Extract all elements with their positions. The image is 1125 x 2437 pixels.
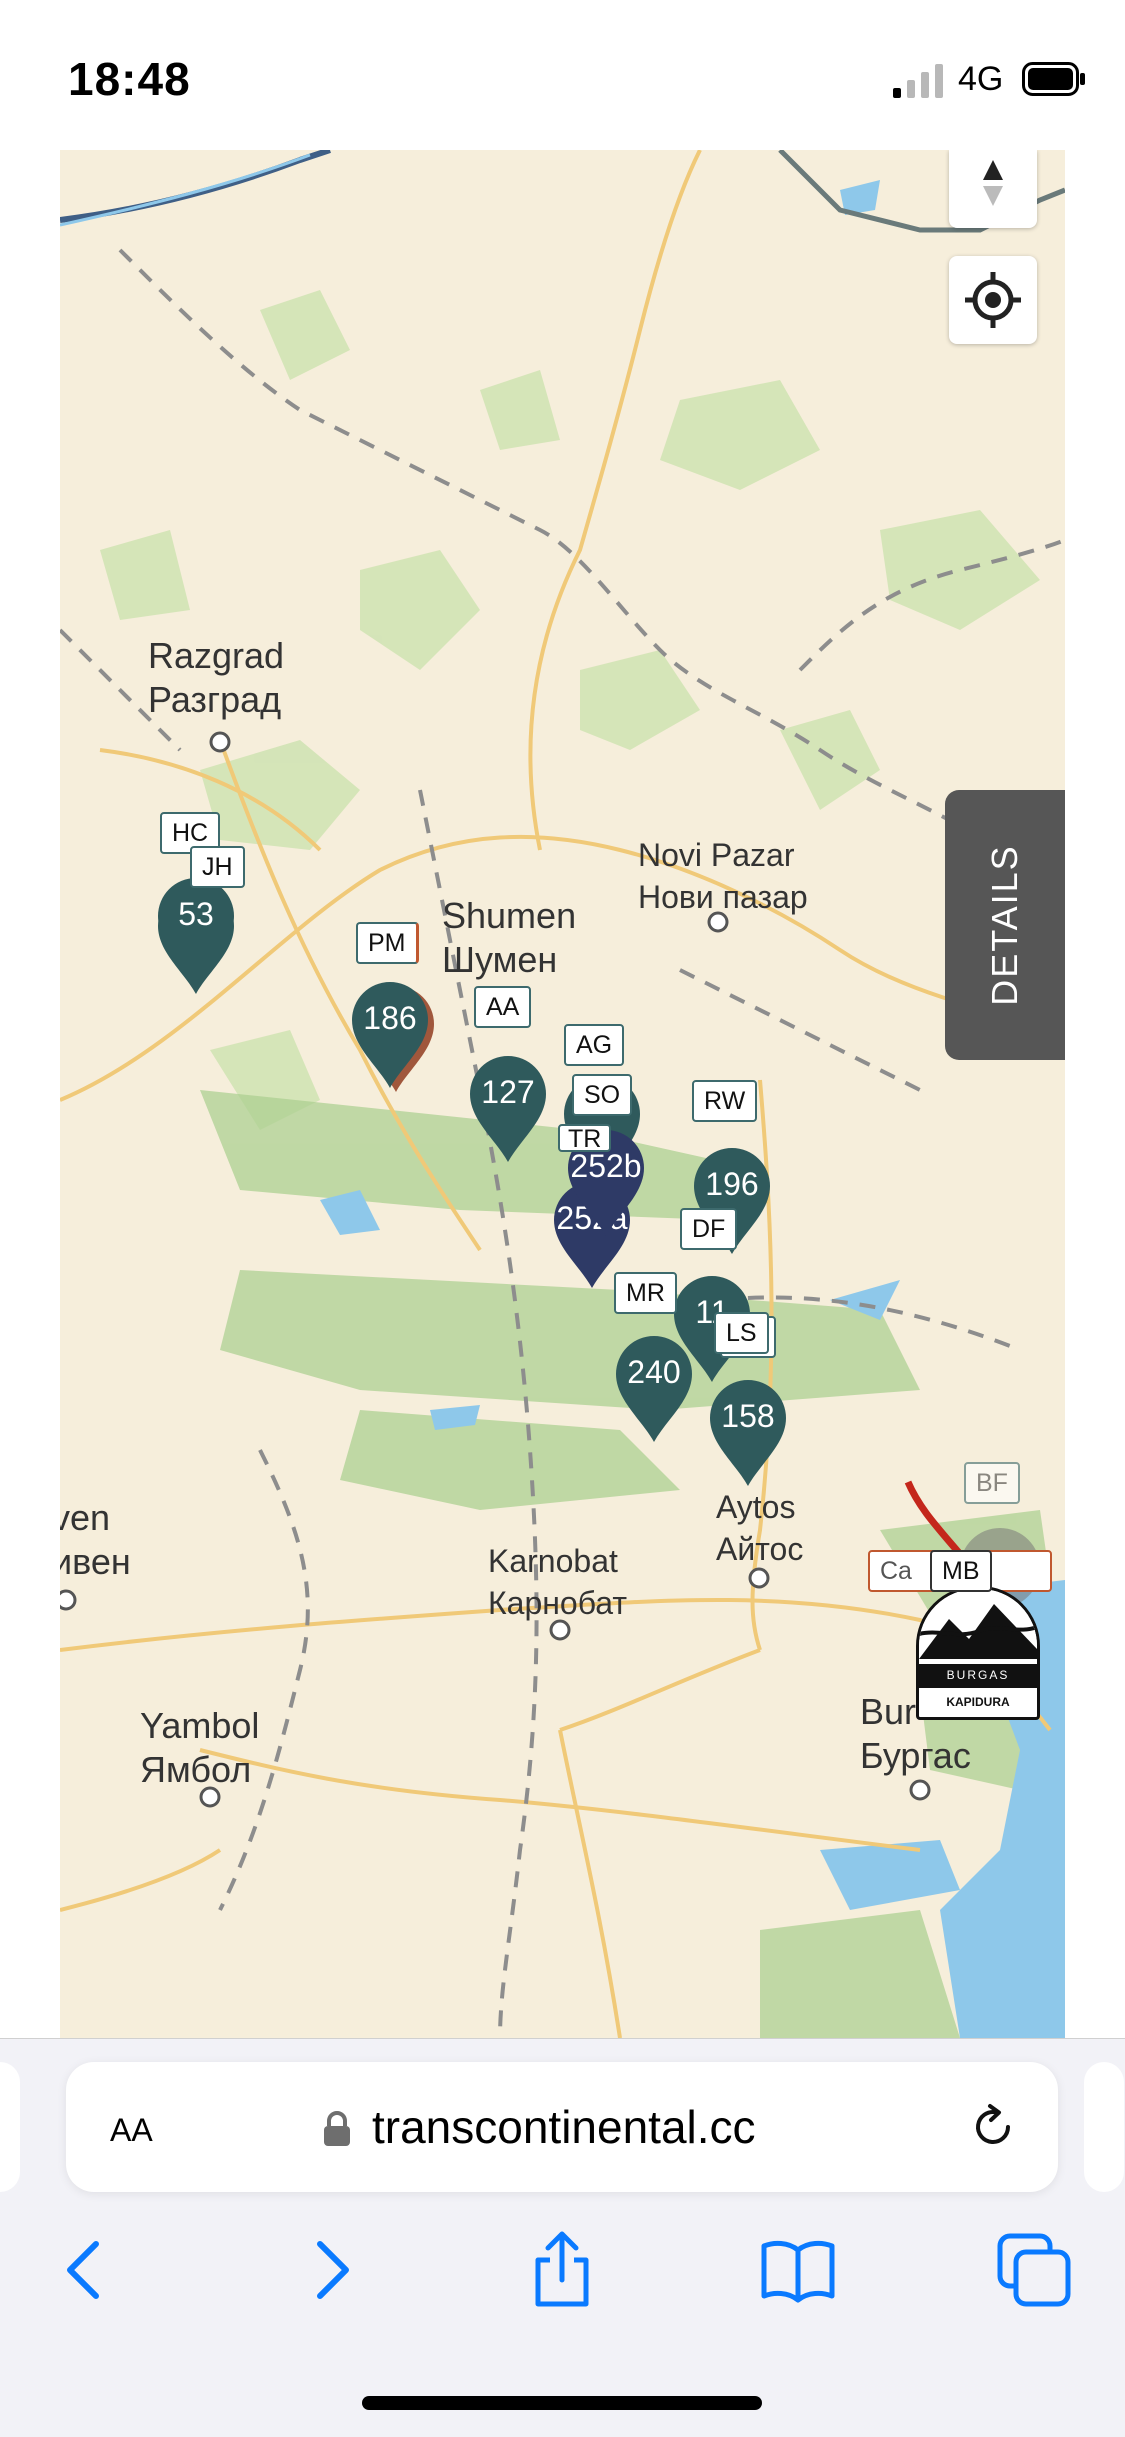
place-yambol: Yambol Ямбол xyxy=(140,1704,259,1792)
previous-tab-peek[interactable] xyxy=(0,2062,20,2192)
sponsor-logo: BURGAS KAPIDURA xyxy=(916,1586,1040,1720)
pin-label: 240 xyxy=(627,1354,681,1390)
place-aytos: Aytos Айтос xyxy=(716,1486,803,1570)
place-razgrad: Razgrad Разград xyxy=(148,634,284,722)
next-tab-peek[interactable] xyxy=(1084,2062,1124,2192)
rider-pin-127[interactable]: 127 xyxy=(468,1054,548,1164)
place-sliven: ven ивен xyxy=(60,1496,131,1584)
bookmarks-icon[interactable] xyxy=(758,2230,838,2310)
rider-pin-186[interactable]: 186 xyxy=(350,980,430,1090)
pin-label: 158 xyxy=(721,1398,775,1434)
sponsor-burgas: BURGAS xyxy=(919,1664,1037,1686)
rider-tag-mr[interactable]: MR xyxy=(614,1272,677,1314)
details-label: DETAILS xyxy=(984,844,1025,1006)
reader-options-button[interactable]: AA xyxy=(110,2102,153,2152)
place-yambol-cyrillic: Ямбол xyxy=(140,1749,252,1790)
rider-tag-tr[interactable]: TR xyxy=(558,1124,612,1152)
battery-icon xyxy=(1022,62,1085,96)
rider-tag-bf[interactable]: BF xyxy=(964,1462,1020,1504)
rider-pin-240[interactable]: 240 xyxy=(614,1334,694,1444)
rider-tag-pm[interactable]: PM xyxy=(356,922,419,964)
status-time: 18:48 xyxy=(68,53,191,105)
signal-icon xyxy=(893,64,943,98)
rider-tag-jh[interactable]: JH xyxy=(190,846,245,888)
place-yambol-latin: Yambol xyxy=(140,1705,260,1746)
place-aytos-latin: Aytos xyxy=(716,1489,796,1525)
locate-me-button[interactable] xyxy=(949,256,1037,344)
pin-label: 53 xyxy=(178,896,214,932)
details-tab[interactable]: DETAILS xyxy=(945,790,1065,1060)
place-karnobat-latin: Karnobat xyxy=(488,1543,618,1579)
place-sliven-latin: ven xyxy=(60,1497,111,1538)
place-karnobat: Karnobat Карнобат xyxy=(488,1540,627,1624)
rider-tag-ls[interactable]: LS xyxy=(714,1312,769,1354)
place-burgas-latin: Bur xyxy=(860,1691,917,1732)
address-bar[interactable]: AA transcontinental.cc xyxy=(66,2062,1058,2192)
place-sliven-cyrillic: ивен xyxy=(60,1541,131,1582)
sponsor-kapidura: KAPIDURA xyxy=(919,1686,1037,1716)
place-aytos-cyrillic: Айтос xyxy=(716,1531,804,1567)
place-karnobat-cyrillic: Карнобат xyxy=(488,1585,628,1621)
rider-pin-158[interactable]: 158 xyxy=(708,1378,788,1488)
place-razgrad-cyrillic: Разград xyxy=(148,679,282,720)
rider-tag-ag[interactable]: AG xyxy=(564,1024,625,1066)
back-icon[interactable] xyxy=(46,2230,126,2310)
pin-label: 252b xyxy=(570,1148,642,1184)
compass-button[interactable] xyxy=(949,150,1037,228)
network-type: 4G xyxy=(958,60,1004,98)
pin-label: 127 xyxy=(481,1074,535,1110)
share-icon[interactable] xyxy=(522,2230,602,2310)
forward-icon[interactable] xyxy=(290,2230,370,2310)
rider-tag-so[interactable]: SO xyxy=(572,1074,633,1116)
place-novi-pazar-cyrillic: Нови пазар xyxy=(638,879,808,915)
place-shumen-cyrillic: Шумен xyxy=(442,939,558,980)
aa-label: AA xyxy=(110,2112,153,2148)
rider-tag-aa[interactable]: AA xyxy=(474,986,532,1028)
pin-label: 186 xyxy=(363,1000,417,1036)
rider-tag-mb[interactable]: MB xyxy=(930,1550,992,1592)
status-bar: 18:48 4G xyxy=(0,0,1125,150)
lock-icon xyxy=(324,2111,350,2146)
locate-crosshair-icon xyxy=(965,272,1021,328)
place-novi-pazar: Novi Pazar Нови пазар xyxy=(638,834,808,918)
rider-tag-rw[interactable]: RW xyxy=(692,1080,758,1122)
rider-pin-53[interactable]: 53 xyxy=(156,876,236,986)
compass-arrow-icon xyxy=(983,160,1003,206)
reload-icon[interactable] xyxy=(966,2100,1020,2154)
tabs-icon[interactable] xyxy=(994,2230,1074,2310)
url-text[interactable]: transcontinental.cc xyxy=(372,2100,756,2154)
place-shumen: Shumen Шумен xyxy=(442,894,576,982)
home-indicator xyxy=(362,2396,762,2410)
place-shumen-latin: Shumen xyxy=(442,895,577,936)
place-burgas-cyrillic: Бургас xyxy=(860,1735,971,1776)
rider-tag-df[interactable]: DF xyxy=(680,1208,738,1250)
place-novi-pazar-latin: Novi Pazar xyxy=(638,837,795,873)
race-map[interactable]: Razgrad Разград Shumen Шумен Novi Pazar … xyxy=(60,150,1065,2038)
pin-label: 196 xyxy=(705,1166,759,1202)
place-razgrad-latin: Razgrad xyxy=(148,635,285,676)
